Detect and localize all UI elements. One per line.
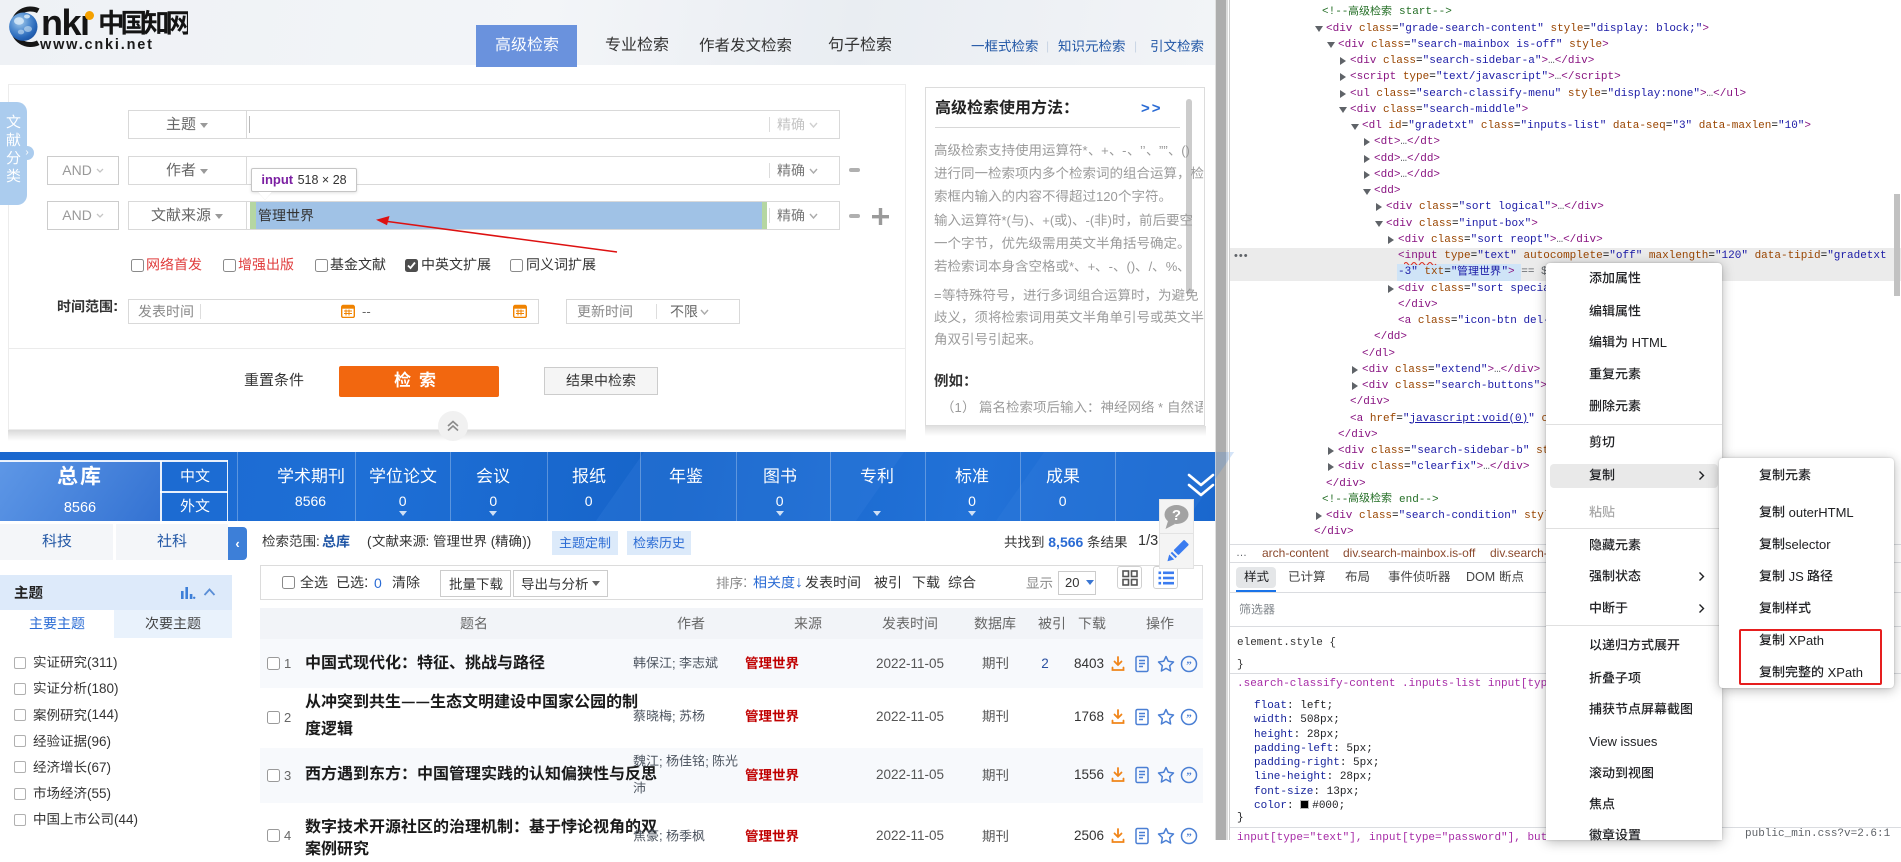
svg-text:”: ”: [1186, 712, 1192, 724]
svg-text:”: ”: [1186, 659, 1192, 671]
svg-text:”: ”: [1186, 771, 1192, 783]
svg-text:”: ”: [1186, 832, 1192, 844]
svg-text:?: ?: [1172, 507, 1181, 524]
